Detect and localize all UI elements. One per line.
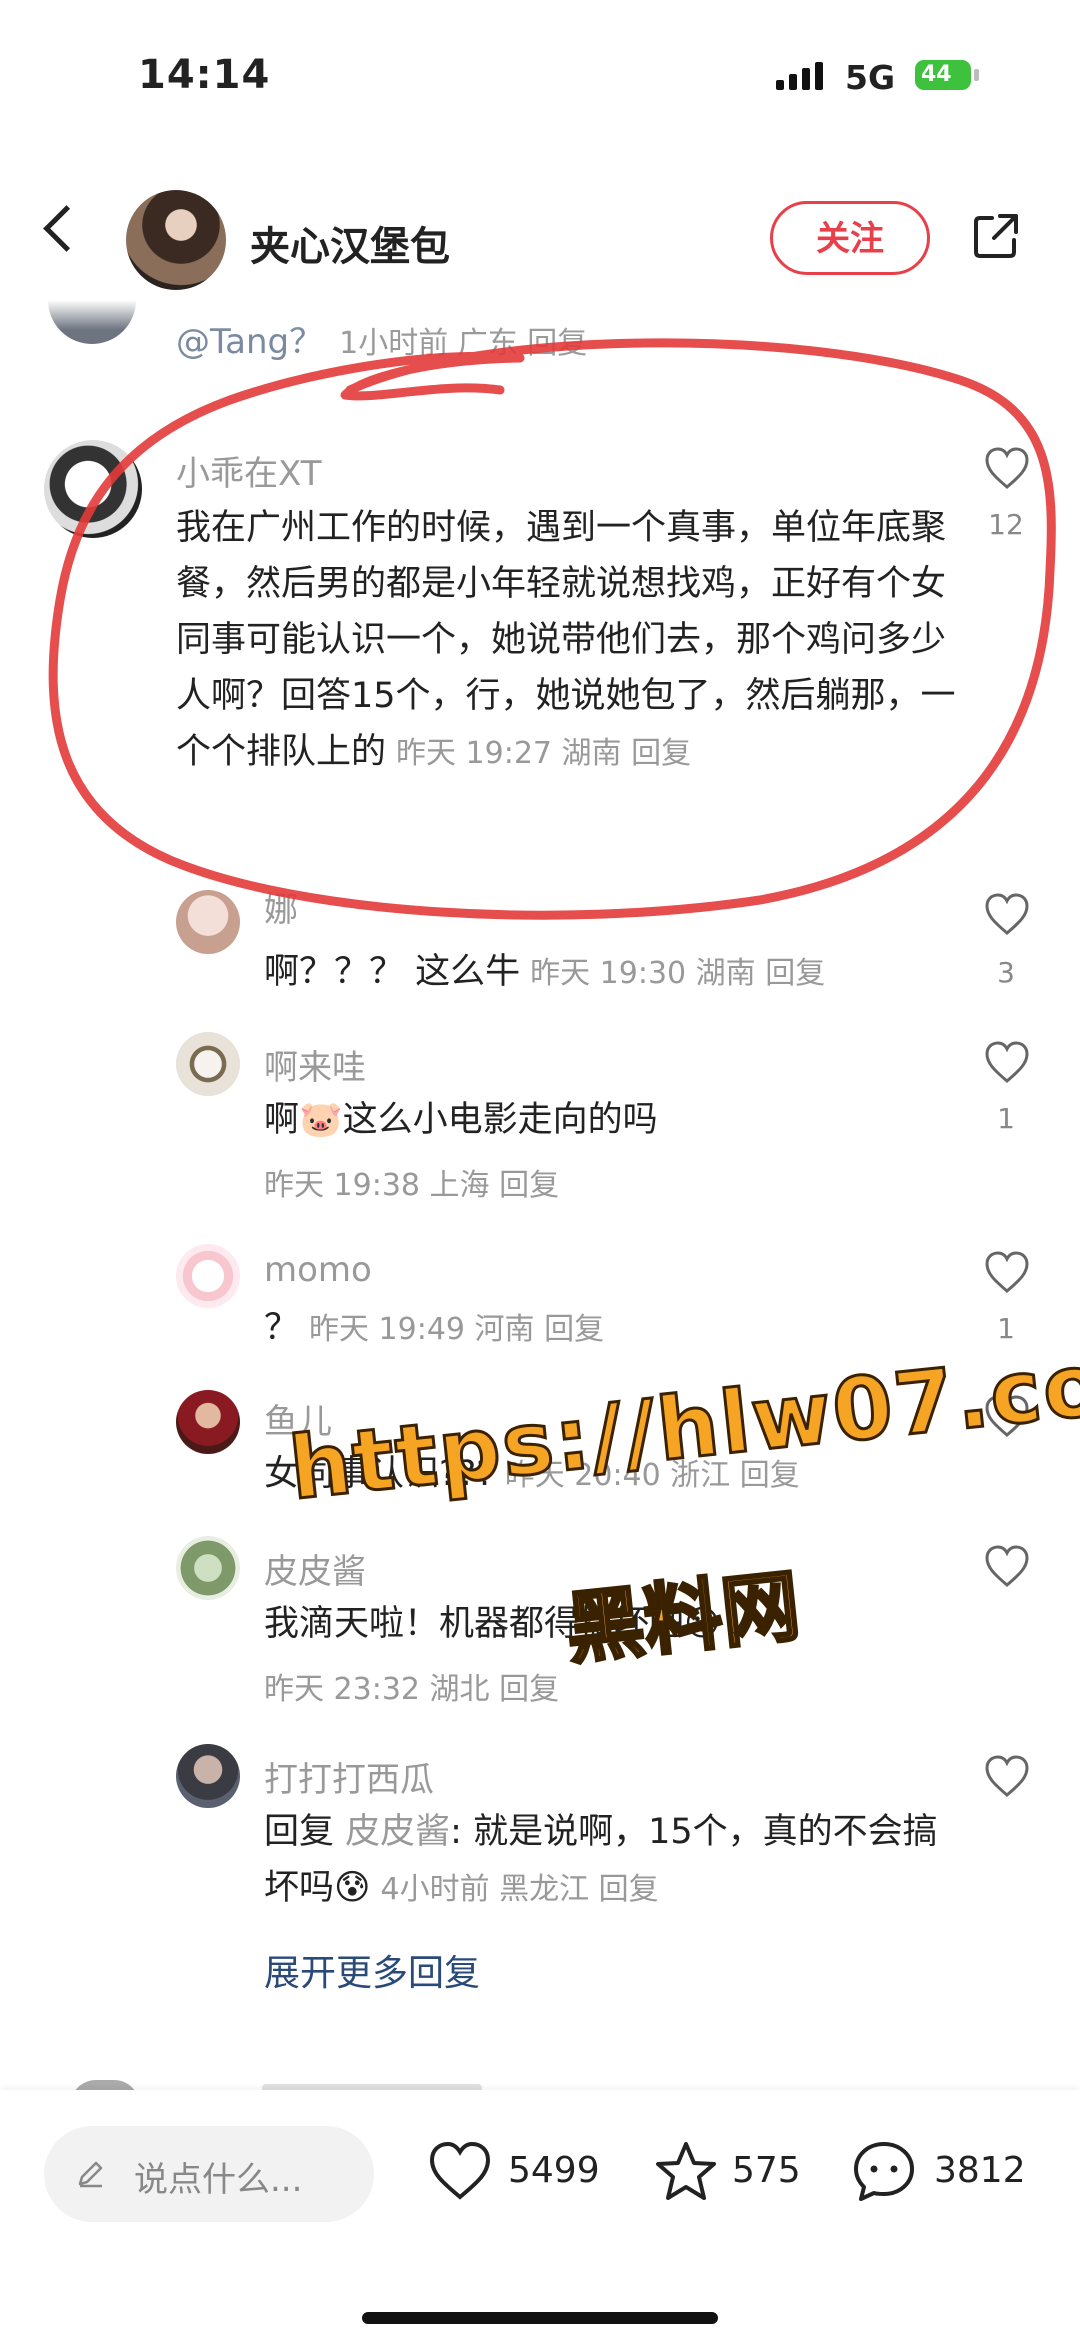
comment-meta[interactable]: 昨天 19:38 上海 回复 — [264, 1160, 559, 1204]
reply-avatar[interactable] — [176, 1536, 240, 1600]
follow-button[interactable]: 关注 — [770, 201, 930, 275]
reply-avatar[interactable] — [176, 1390, 240, 1454]
comment-count: 3812 — [934, 2150, 1026, 2191]
commenter-name[interactable]: 啊来哇 — [264, 1040, 366, 1089]
heart-icon[interactable] — [984, 1250, 1030, 1294]
heart-icon[interactable] — [984, 1544, 1030, 1588]
comment-meta[interactable]: 昨天 23:32 湖北 回复 — [264, 1664, 559, 1708]
battery-tip — [974, 69, 979, 81]
network-label: 5G — [845, 58, 896, 97]
commenter-name[interactable]: 小乖在XT — [176, 446, 321, 495]
comment-text: ？ — [264, 1308, 300, 1348]
scroll-fade — [0, 300, 1080, 330]
home-indicator[interactable] — [362, 2312, 718, 2324]
commenter-name[interactable]: 皮皮酱 — [264, 1544, 366, 1593]
comment-avatar[interactable] — [44, 440, 142, 538]
author-avatar[interactable] — [126, 190, 226, 290]
pencil-icon — [78, 2161, 103, 2188]
comment-meta: 1小时前 广东 回复 — [339, 326, 588, 361]
heart-icon[interactable] — [984, 1040, 1030, 1084]
main-comment[interactable]: 我在广州工作的时候，遇到一个真事，单位年底聚餐，然后男的都是小年轻就说想找鸡，正… — [176, 500, 956, 782]
comment-text[interactable]: 啊🐷这么小电影走向的吗 — [264, 1092, 658, 1148]
signal-icon — [776, 62, 823, 90]
like-count: 5499 — [508, 2150, 600, 2191]
status-time: 14:14 — [138, 52, 271, 98]
back-icon[interactable] — [43, 205, 90, 252]
watermark-name: 黑料网 — [560, 1560, 805, 1677]
favorite-count: 575 — [732, 2150, 801, 2191]
star-icon[interactable] — [654, 2140, 718, 2204]
comment-text: 我在广州工作的时候，遇到一个真事，单位年底聚餐，然后男的都是小年轻就说想找鸡，正… — [176, 508, 956, 772]
like-count: 1 — [997, 1102, 1015, 1135]
heart-icon[interactable] — [984, 1754, 1030, 1798]
comment-meta: 昨天 19:49 河南 回复 — [309, 1312, 605, 1347]
comment-meta: 昨天 19:30 湖南 回复 — [530, 956, 826, 991]
battery-icon: 44 — [915, 60, 971, 90]
heart-icon[interactable] — [984, 446, 1030, 490]
reply-comment[interactable]: 啊？？？ 这么牛 昨天 19:30 湖南 回复 — [264, 944, 825, 1002]
reply-avatar[interactable] — [176, 1032, 240, 1096]
like-count: 3 — [997, 956, 1015, 989]
like-count: 12 — [988, 508, 1024, 541]
reply-avatar[interactable] — [176, 1244, 240, 1308]
reply-avatar[interactable] — [176, 890, 240, 954]
comment-bubble-icon[interactable] — [852, 2140, 916, 2204]
reply-prefix: 回复 — [264, 1812, 335, 1852]
commenter-name[interactable]: momo — [264, 1250, 372, 1290]
comment-meta: 4小时前 黑龙江 回复 — [380, 1872, 659, 1907]
commenter-name[interactable]: 打打打西瓜 — [264, 1752, 434, 1801]
reply-avatar[interactable] — [176, 1744, 240, 1808]
reply-comment[interactable]: 回复 皮皮酱: 就是说啊，15个，真的不会搞坏吗😰 4小时前 黑龙江 回复 — [264, 1804, 964, 1918]
like-count: 1 — [997, 1312, 1015, 1345]
reply-comment[interactable]: ？ 昨天 19:49 河南 回复 — [264, 1300, 604, 1358]
reply-to-name: 皮皮酱 — [345, 1812, 451, 1852]
like-icon[interactable] — [428, 2140, 492, 2204]
comment-text: 啊？？？ 这么牛 — [264, 952, 521, 992]
expand-replies-link[interactable]: 展开更多回复 — [264, 1944, 480, 1996]
share-icon[interactable] — [972, 212, 1020, 260]
comment-meta: 昨天 19:27 湖南 回复 — [396, 736, 692, 771]
commenter-name[interactable]: 娜 — [264, 882, 298, 931]
author-name[interactable]: 夹心汉堡包 — [250, 214, 450, 272]
heart-icon[interactable] — [984, 892, 1030, 936]
comment-placeholder[interactable]: 说点什么... — [134, 2152, 302, 2201]
